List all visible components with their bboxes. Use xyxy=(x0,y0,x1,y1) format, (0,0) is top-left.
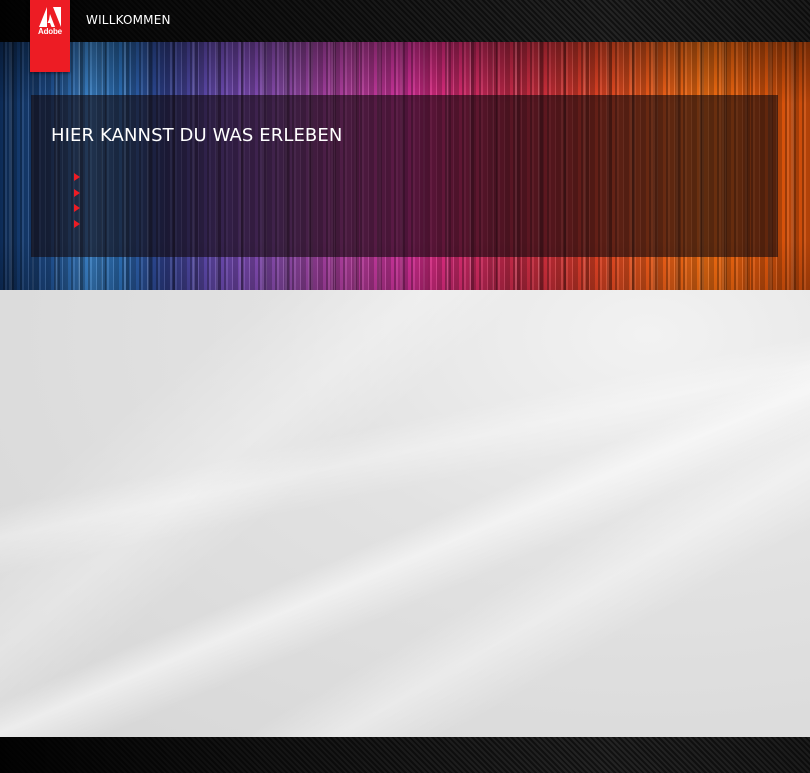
hero-bullet-list xyxy=(74,166,80,228)
hero-bullet-item[interactable] xyxy=(74,182,80,198)
hero-panel: HIER KANNST DU WAS ERLEBEN xyxy=(31,95,778,257)
main-content-area xyxy=(0,290,810,737)
red-arrow-icon xyxy=(74,173,80,181)
top-navigation-bar: WILLKOMMEN xyxy=(0,0,810,42)
hero-bullet-item[interactable] xyxy=(74,213,80,229)
red-arrow-icon xyxy=(74,204,80,212)
adobe-logo[interactable]: Adobe xyxy=(30,0,70,72)
red-arrow-icon xyxy=(74,219,80,228)
footer-bar xyxy=(0,737,810,773)
hero-title: HIER KANNST DU WAS ERLEBEN xyxy=(51,125,343,146)
hero-bullet-item[interactable] xyxy=(74,166,80,182)
adobe-a-icon xyxy=(39,7,61,27)
logo-wordmark: Adobe xyxy=(38,27,62,36)
hero-banner: HIER KANNST DU WAS ERLEBEN xyxy=(0,42,810,290)
nav-link-willkommen[interactable]: WILLKOMMEN xyxy=(86,13,171,27)
red-arrow-icon xyxy=(74,188,80,197)
hero-bullet-item[interactable] xyxy=(74,197,80,213)
